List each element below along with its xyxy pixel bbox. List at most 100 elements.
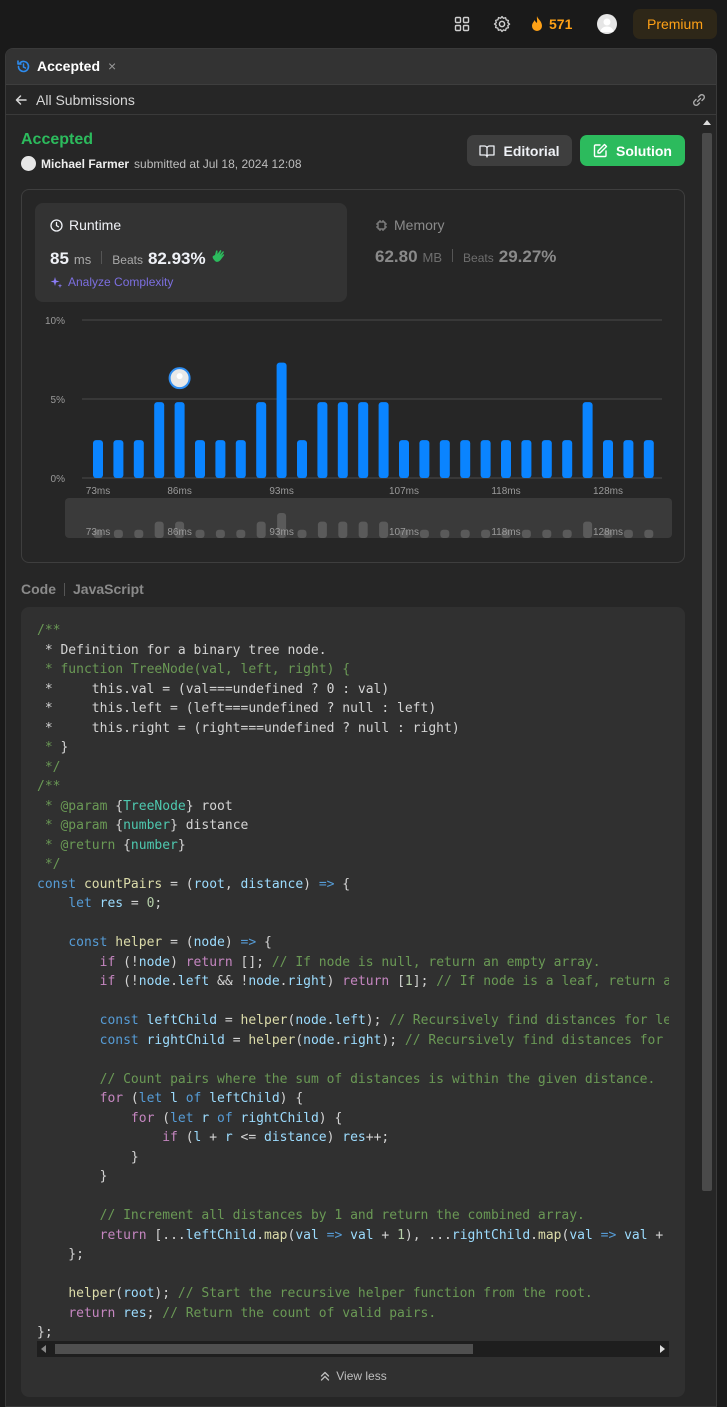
- solution-label: Solution: [616, 142, 672, 159]
- all-submissions-link[interactable]: All Submissions: [14, 92, 135, 108]
- horizontal-scrollbar[interactable]: [37, 1341, 669, 1357]
- scroll-right-icon[interactable]: [660, 1345, 665, 1353]
- submission-content: Accepted Michael Farmer submitted at Jul…: [6, 115, 700, 1406]
- code-line: // Count pairs where the sum of distance…: [99, 1071, 656, 1087]
- code-line: const countPairs = (root, distance) => {: [37, 876, 351, 892]
- mini-bar: [154, 521, 164, 538]
- submitted-time: submitted at Jul 18, 2024 12:08: [134, 156, 302, 171]
- memory-beats-label: Beats: [463, 251, 494, 265]
- close-icon[interactable]: ×: [108, 58, 116, 74]
- streak-counter[interactable]: 571: [530, 14, 572, 34]
- x-tick-label: 128ms: [593, 486, 623, 497]
- x-tick-label: 86ms: [167, 486, 191, 497]
- arrow-left-icon: [15, 95, 27, 105]
- runtime-beats-label: Beats: [112, 253, 143, 267]
- chart-bar: [154, 402, 165, 478]
- runtime-beats-value: 82.93%: [147, 249, 206, 268]
- y-tick-label: 10%: [45, 316, 65, 327]
- analyze-label: Analyze Complexity: [68, 275, 174, 289]
- code-line: * @param {TreeNode} root: [37, 798, 233, 814]
- code-content[interactable]: /** * Definition for a binary tree node.…: [37, 621, 669, 1351]
- runtime-card[interactable]: Runtime 85 ms Beats 82.93% Analyze Compl…: [35, 203, 347, 302]
- vertical-scroll-thumb[interactable]: [702, 133, 712, 1191]
- mini-bar: [481, 529, 491, 538]
- chart-bar: [419, 440, 430, 478]
- mini-tick-label: 118ms: [491, 527, 520, 538]
- code-line: for (let l of leftChild) {: [99, 1091, 304, 1106]
- code-line: * this.left = (left===undefined ? null :…: [44, 701, 437, 716]
- chart-bar: [256, 402, 267, 478]
- chart-bar: [358, 402, 369, 478]
- code-line: let res = 0;: [68, 896, 163, 911]
- code-header: Code JavaScript: [21, 581, 144, 597]
- mini-bar: [419, 529, 429, 538]
- book-icon: [479, 144, 496, 158]
- back-label: All Submissions: [36, 92, 135, 108]
- gear-icon[interactable]: [492, 14, 512, 34]
- chevrons-up-icon: [321, 1371, 330, 1381]
- mini-bar: [583, 521, 593, 538]
- solution-button[interactable]: Solution: [580, 135, 685, 166]
- runtime-value-row: 85 ms Beats 82.93%: [50, 248, 227, 269]
- analyze-complexity-link[interactable]: Analyze Complexity: [50, 275, 173, 289]
- mini-tick-label: 73ms: [86, 527, 110, 538]
- code-line: for (let r of rightChild) {: [130, 1110, 343, 1126]
- tab-accepted[interactable]: Accepted ×: [16, 58, 116, 74]
- user-avatar[interactable]: [597, 14, 617, 34]
- marker-avatar-head: [176, 373, 183, 380]
- x-tick-label: 73ms: [86, 486, 110, 497]
- submission-status: Accepted: [21, 131, 94, 148]
- author-name[interactable]: Michael Farmer: [41, 157, 129, 171]
- code-line: const helper = (node) => {: [68, 935, 272, 950]
- code-line: * @param {number} distance: [37, 818, 249, 833]
- chart-bar: [378, 402, 389, 478]
- code-line: /**: [37, 623, 61, 638]
- runtime-title: Runtime: [69, 217, 122, 233]
- mini-bar: [521, 529, 531, 538]
- code-language: JavaScript: [73, 581, 144, 597]
- code-line: /**: [37, 779, 61, 794]
- chart-bar: [643, 440, 654, 478]
- editorial-label: Editorial: [503, 142, 560, 159]
- mini-bar: [440, 529, 450, 538]
- link-icon[interactable]: [690, 91, 708, 114]
- chart-bar: [439, 440, 450, 478]
- view-less-label: View less: [336, 1369, 387, 1383]
- scroll-up-icon[interactable]: [703, 120, 711, 125]
- chart-bar: [133, 440, 144, 478]
- code-line: const rightChild = helper(node.right); /…: [99, 1032, 664, 1048]
- history-icon: [17, 59, 30, 72]
- x-tick-label: 118ms: [491, 486, 520, 497]
- code-line: * Definition for a binary tree node.: [44, 642, 327, 658]
- code-line: * function TreeNode(val, left, right) {: [37, 662, 351, 677]
- tab-label: Accepted: [37, 58, 101, 74]
- mini-bar: [256, 521, 266, 538]
- chart-bar: [460, 440, 471, 478]
- chart-bar: [562, 440, 573, 478]
- premium-button[interactable]: Premium: [633, 9, 717, 39]
- code-line: * }: [37, 740, 69, 755]
- chart-bar: [399, 440, 409, 478]
- scroll-left-icon[interactable]: [41, 1345, 46, 1353]
- memory-unit: MB: [422, 250, 443, 265]
- fire-icon: [532, 15, 542, 31]
- chart-bar: [297, 440, 307, 478]
- mini-tick-label: 86ms: [167, 527, 191, 538]
- view-less-button[interactable]: View less: [21, 1369, 685, 1383]
- memory-tab[interactable]: Memory: [375, 217, 445, 233]
- editorial-button[interactable]: Editorial: [467, 135, 572, 166]
- layout-grid-icon[interactable]: [452, 14, 472, 34]
- runtime-distribution-chart[interactable]: 10% 5% 0% 73ms 86ms 93ms 107ms 118ms 128ms 73ms 86…: [22, 302, 684, 552]
- vertical-scrollbar[interactable]: [698, 115, 716, 1406]
- chart-bar: [603, 440, 613, 478]
- chip-icon: [376, 219, 387, 231]
- chart-bar: [276, 362, 287, 478]
- chart-bar: [215, 440, 226, 478]
- sparkle-icon: [50, 276, 63, 288]
- author-avatar: [21, 156, 36, 171]
- memory-value: 62.80: [375, 247, 418, 266]
- horizontal-scroll-thumb[interactable]: [55, 1344, 473, 1354]
- code-line: if (!node.left && !node.right) return [1…: [99, 974, 669, 989]
